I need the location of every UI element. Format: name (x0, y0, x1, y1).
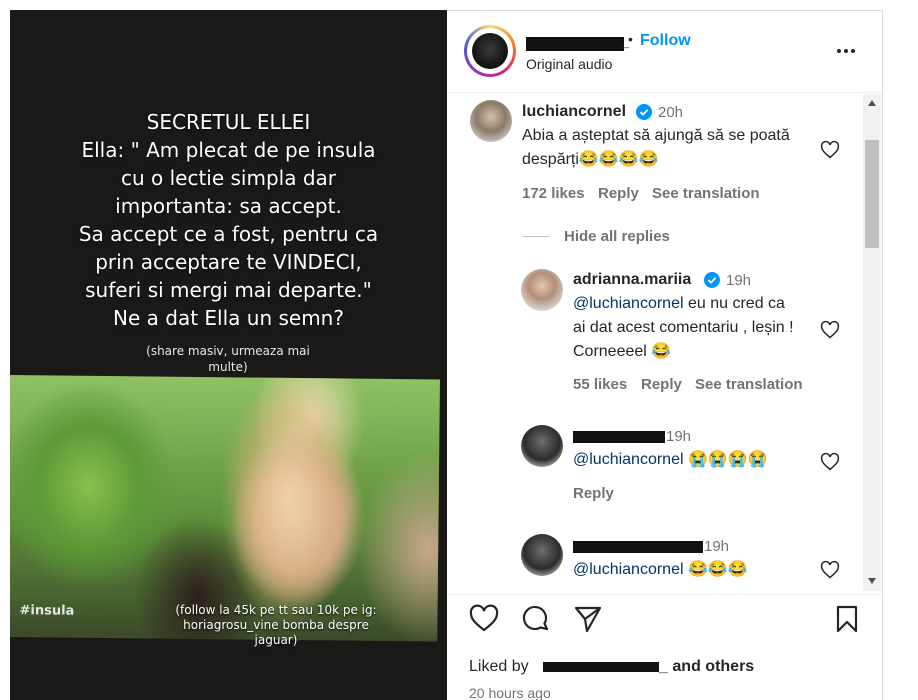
comment-username[interactable]: luchiancornel (522, 103, 626, 121)
liked-by-user[interactable]: _ (659, 658, 668, 675)
post-header: _ • Follow Original audio (448, 11, 883, 93)
comment-icon[interactable] (520, 603, 552, 635)
post-details-panel: _ • Follow Original audio luchiancornel … (448, 10, 883, 700)
like-heart-icon[interactable] (820, 452, 840, 472)
avatar[interactable] (521, 425, 563, 467)
and-others-link[interactable]: and others (668, 658, 754, 675)
comment-likes[interactable]: 172 likes (522, 185, 585, 202)
comments-scrollbar[interactable] (863, 94, 881, 591)
comment-likes[interactable]: 55 likes (573, 376, 627, 393)
like-heart-icon[interactable] (820, 140, 840, 160)
redacted-username (573, 541, 703, 553)
comment-text: @luchiancornel 😭😭😭😭 (573, 451, 768, 468)
redacted-username (526, 37, 624, 51)
verified-badge-icon (704, 272, 720, 288)
hide-replies-button[interactable]: Hide all replies (564, 228, 670, 245)
posted-time[interactable]: 20 hours ago (469, 685, 551, 700)
verified-badge-icon (636, 104, 652, 120)
mention-link[interactable]: @luchiancornel (573, 561, 684, 578)
liked-by-summary: Liked by _ and others (469, 658, 755, 675)
media-panel[interactable]: SECRETUL ELLEI Ella: " Am plecat de pe i… (10, 10, 447, 700)
overlay-subtext: (share masiv, urmeaza mai multe) (146, 344, 310, 374)
like-heart-icon[interactable] (468, 603, 500, 635)
like-heart-icon[interactable] (820, 320, 840, 340)
comments-list: luchiancornel 20h Abia a așteptat să aju… (448, 94, 883, 594)
save-bookmark-icon[interactable] (831, 603, 863, 635)
comment-time[interactable]: 19h (726, 272, 751, 289)
mention-link[interactable]: @luchiancornel (573, 451, 684, 468)
mention-link[interactable]: @luchiancornel (573, 295, 684, 312)
story-ring-avatar[interactable] (464, 25, 516, 77)
scroll-down-arrow-icon[interactable] (868, 578, 876, 584)
comment-time[interactable]: 20h (658, 104, 683, 121)
redacted-username (543, 661, 660, 672)
overlay-text: SECRETUL ELLEI Ella: " Am plecat de pe i… (78, 110, 379, 330)
avatar[interactable] (521, 269, 563, 311)
avatar[interactable] (470, 100, 512, 142)
see-translation-button[interactable]: See translation (695, 376, 803, 393)
audio-label[interactable]: Original audio (526, 56, 612, 72)
comment-time[interactable]: 19h (704, 538, 729, 555)
more-options-icon[interactable] (834, 41, 858, 61)
reply-button[interactable]: Reply (598, 185, 639, 202)
avatar (472, 33, 508, 69)
reply-button[interactable]: Reply (573, 485, 614, 502)
comment-text: Abia a așteptat să ajungă să se poată de… (522, 127, 790, 168)
video-image-subject (207, 377, 370, 641)
comment-text: @luchiancornel eu nu cred ca ai dat aces… (573, 295, 794, 360)
post-actions-bar: Liked by _ and others 20 hours ago (448, 594, 883, 700)
comment-time[interactable]: 19h (666, 428, 691, 445)
channel-logo: #insula (19, 603, 75, 619)
comment-username[interactable]: adrianna.mariia (573, 271, 691, 289)
avatar[interactable] (521, 534, 563, 576)
redacted-username (573, 431, 665, 443)
replies-divider (522, 236, 550, 237)
follow-button[interactable]: Follow (640, 32, 691, 50)
reply-button[interactable]: Reply (641, 376, 682, 393)
separator-dot: • (628, 31, 633, 47)
scroll-up-arrow-icon[interactable] (868, 100, 876, 106)
see-translation-button[interactable]: See translation (652, 185, 760, 202)
comment-text: @luchiancornel 😂😂😂 (573, 561, 748, 578)
share-send-icon[interactable] (572, 603, 604, 635)
video-caption: (follow la 45k pe tt sau 10k pe ig: hori… (175, 603, 377, 647)
scroll-thumb[interactable] (865, 140, 879, 248)
like-heart-icon[interactable] (820, 560, 840, 580)
video-frame: #insula (10, 375, 440, 642)
